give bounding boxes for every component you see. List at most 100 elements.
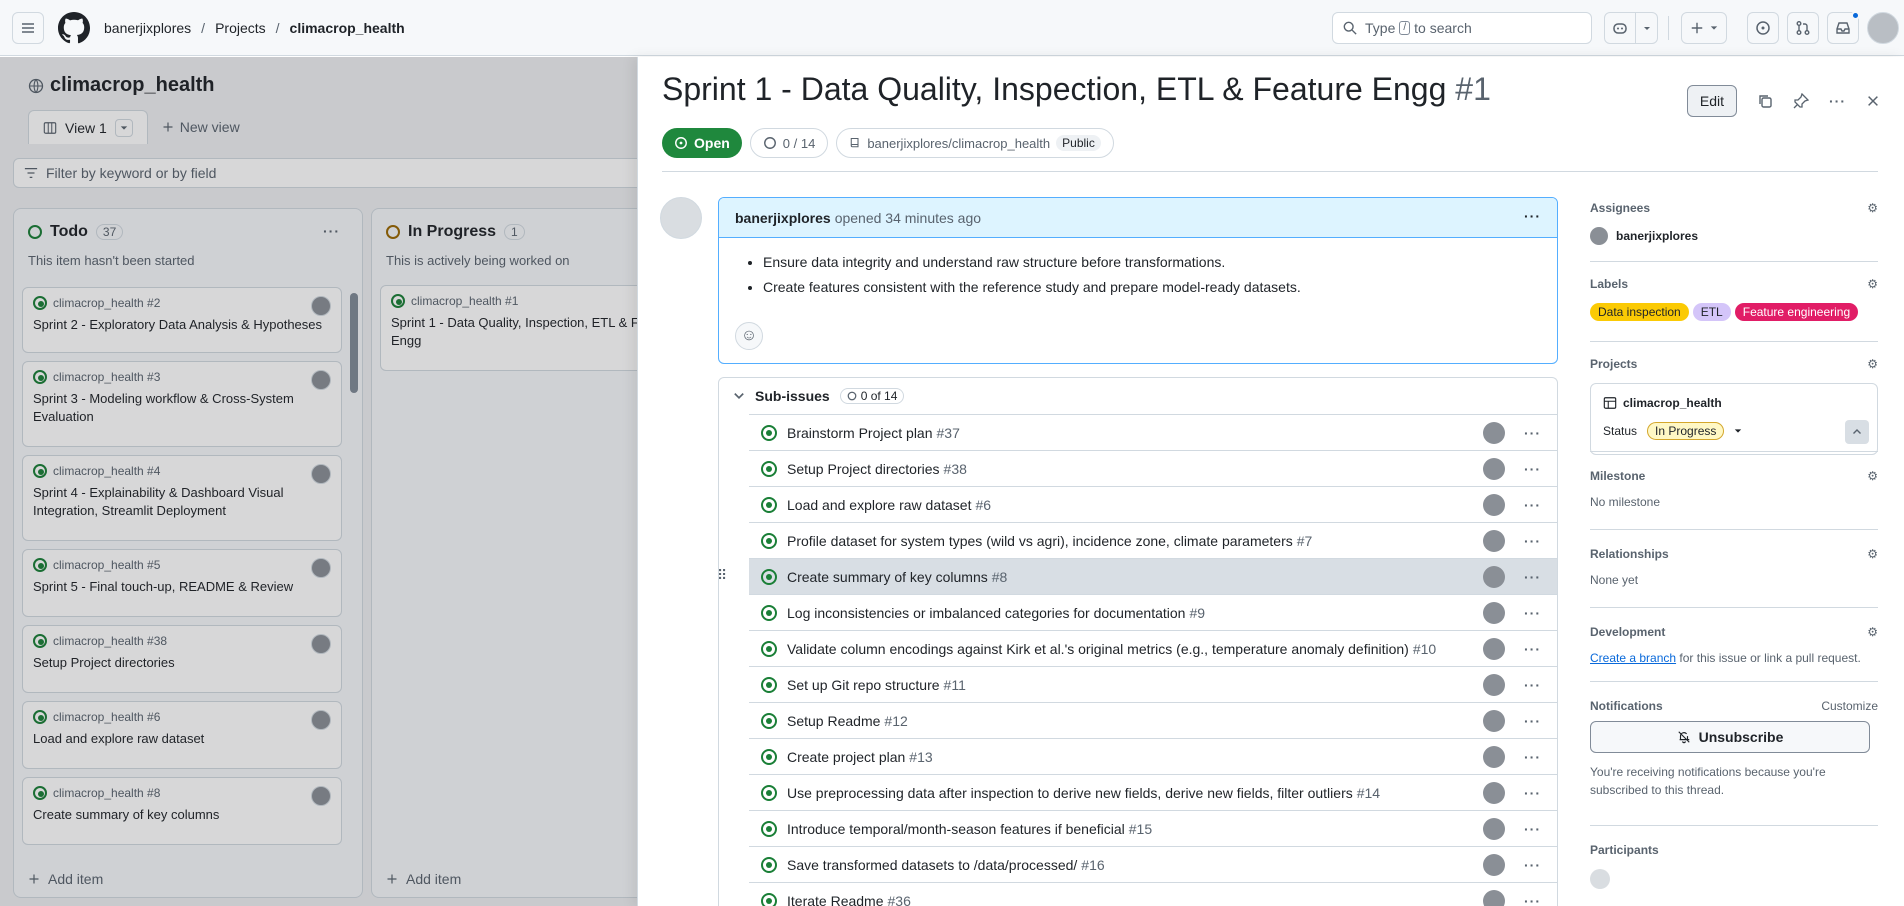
row-menu-icon[interactable]: ··· [1524,533,1541,549]
sub-issue-row[interactable]: Use preprocessing data after inspection … [749,774,1557,810]
label-badge[interactable]: Feature engineering [1734,303,1859,321]
repo-pill[interactable]: banerjixplores/climacrop_health Public [836,128,1114,158]
sub-issue-title[interactable]: Setup Project directories [787,461,940,477]
sub-issue-title[interactable]: Set up Git repo structure [787,677,940,693]
row-menu-icon[interactable]: ··· [1524,497,1541,513]
sub-issue-title[interactable]: Load and explore raw dataset [787,497,971,513]
inbox-icon[interactable] [1827,11,1860,44]
drag-handle-icon[interactable]: ⠿ [719,567,727,584]
search-placeholder-pre: Type [1365,20,1396,36]
sub-issue-title[interactable]: Setup Readme [787,713,880,729]
visibility-badge: Public [1056,135,1101,151]
comment-menu-icon[interactable]: ··· [1524,208,1541,224]
label-badge[interactable]: Data inspection [1590,303,1689,321]
sub-issue-title[interactable]: Introduce temporal/month-season features… [787,821,1125,837]
create-new-button[interactable] [1681,12,1727,44]
copy-link-icon[interactable] [1757,93,1773,109]
sub-issue-title[interactable]: Create project plan [787,749,905,765]
progress-pill[interactable]: 0 / 14 [749,128,829,158]
sub-issue-title[interactable]: Create summary of key columns [787,569,988,585]
row-menu-icon[interactable]: ··· [1524,569,1541,585]
customize-link[interactable]: Customize [1821,699,1878,713]
repo-name: banerjixplores/climacrop_health [867,135,1051,151]
gear-icon[interactable]: ⚙ [1867,469,1878,483]
assignees-label: Assignees [1590,201,1651,215]
row-menu-icon[interactable]: ··· [1524,461,1541,477]
chevron-down-icon[interactable] [1636,12,1658,44]
row-menu-icon[interactable]: ··· [1524,857,1541,873]
sub-issue-row[interactable]: Setup Project directories #38 ··· [749,450,1557,486]
gear-icon[interactable]: ⚙ [1867,357,1878,371]
sub-issue-row[interactable]: Profile dataset for system types (wild v… [749,522,1557,558]
issues-icon[interactable] [1747,12,1779,44]
sub-issue-row[interactable]: Iterate Readme #36 ··· [749,882,1557,906]
row-menu-icon[interactable]: ··· [1524,425,1541,441]
sub-issue-title[interactable]: Log inconsistencies or imbalanced catego… [787,605,1185,621]
sub-issue-row[interactable]: Set up Git repo structure #11 ··· [749,666,1557,702]
row-menu-icon[interactable]: ··· [1524,893,1541,906]
gear-icon[interactable]: ⚙ [1867,547,1878,561]
chevron-down-icon[interactable] [1734,427,1742,435]
participant-avatar[interactable] [1590,869,1610,889]
assignee[interactable]: banerjixplores [1590,227,1878,245]
comment-author[interactable]: banerjixplores [735,210,831,226]
status-value[interactable]: In Progress [1647,422,1725,440]
sub-issue-row[interactable]: ⠿ Create summary of key columns #8 ··· [719,558,1557,594]
copilot-icon[interactable] [1604,12,1636,44]
sub-issue-title[interactable]: Validate column encodings against Kirk e… [787,641,1409,657]
user-avatar[interactable] [1867,12,1899,44]
breadcrumb-owner[interactable]: banerjixplores [104,20,191,36]
sub-issue-title[interactable]: Profile dataset for system types (wild v… [787,533,1293,549]
row-menu-icon[interactable]: ··· [1524,785,1541,801]
sub-issue-row[interactable]: Save transformed datasets to /data/proce… [749,846,1557,882]
search-icon [1343,21,1357,35]
unsubscribe-button[interactable]: Unsubscribe [1590,721,1870,753]
assignee-avatar [1590,227,1608,245]
project-link[interactable]: climacrop_health [1603,396,1722,410]
row-menu-icon[interactable]: ··· [1524,605,1541,621]
sub-issues-header[interactable]: Sub-issues 0 of 14 [719,378,1557,414]
sub-issue-title[interactable]: Use preprocessing data after inspection … [787,785,1353,801]
add-reaction-icon[interactable]: ☺ [735,322,763,350]
sub-issue-title[interactable]: Save transformed datasets to /data/proce… [787,857,1077,873]
edit-button[interactable]: Edit [1686,85,1737,117]
chevron-up-icon[interactable] [1845,420,1869,444]
gear-icon[interactable]: ⚙ [1867,201,1878,215]
gear-icon[interactable]: ⚙ [1867,277,1878,291]
open-issue-icon [761,784,777,801]
sub-issue-title[interactable]: Iterate Readme [787,893,884,906]
pull-requests-icon[interactable] [1787,12,1819,44]
github-logo-icon[interactable] [58,11,90,44]
pin-icon[interactable] [1793,93,1809,109]
sub-issue-row[interactable]: Load and explore raw dataset #6 ··· [749,486,1557,522]
label-badge[interactable]: ETL [1692,303,1731,321]
create-branch-link[interactable]: Create a branch [1590,651,1676,665]
row-menu-icon[interactable]: ··· [1524,677,1541,693]
gear-icon[interactable]: ⚙ [1867,625,1878,639]
progress-icon [763,137,776,149]
breadcrumb-projects[interactable]: Projects [215,20,266,36]
close-icon[interactable] [1866,94,1880,108]
row-menu-icon[interactable]: ··· [1524,821,1541,837]
author-avatar[interactable] [660,197,702,239]
chevron-down-icon [734,393,744,399]
row-menu-icon[interactable]: ··· [1524,713,1541,729]
sub-issue-row[interactable]: Introduce temporal/month-season features… [749,810,1557,846]
sub-issue-row[interactable]: Create project plan #13 ··· [749,738,1557,774]
breadcrumb-project[interactable]: climacrop_health [290,20,405,36]
menu-icon[interactable] [12,11,44,44]
sub-issue-number: #37 [936,424,960,441]
sub-issue-row[interactable]: Log inconsistencies or imbalanced catego… [749,594,1557,630]
search-input[interactable]: Type / to search [1332,12,1592,44]
panel-actions: Edit ··· [1686,85,1880,117]
more-options-icon[interactable]: ··· [1829,93,1846,109]
row-menu-icon[interactable]: ··· [1524,641,1541,657]
comment-bullet: Ensure data integrity and understand raw… [763,250,1541,275]
sub-issue-title[interactable]: Brainstorm Project plan [787,425,933,441]
open-issue-icon [761,712,777,729]
row-menu-icon[interactable]: ··· [1524,749,1541,765]
modal-backdrop[interactable] [0,57,640,906]
sub-issue-row[interactable]: Validate column encodings against Kirk e… [749,630,1557,666]
sub-issue-row[interactable]: Setup Readme #12 ··· [749,702,1557,738]
sub-issue-row[interactable]: Brainstorm Project plan #37 ··· [749,414,1557,450]
